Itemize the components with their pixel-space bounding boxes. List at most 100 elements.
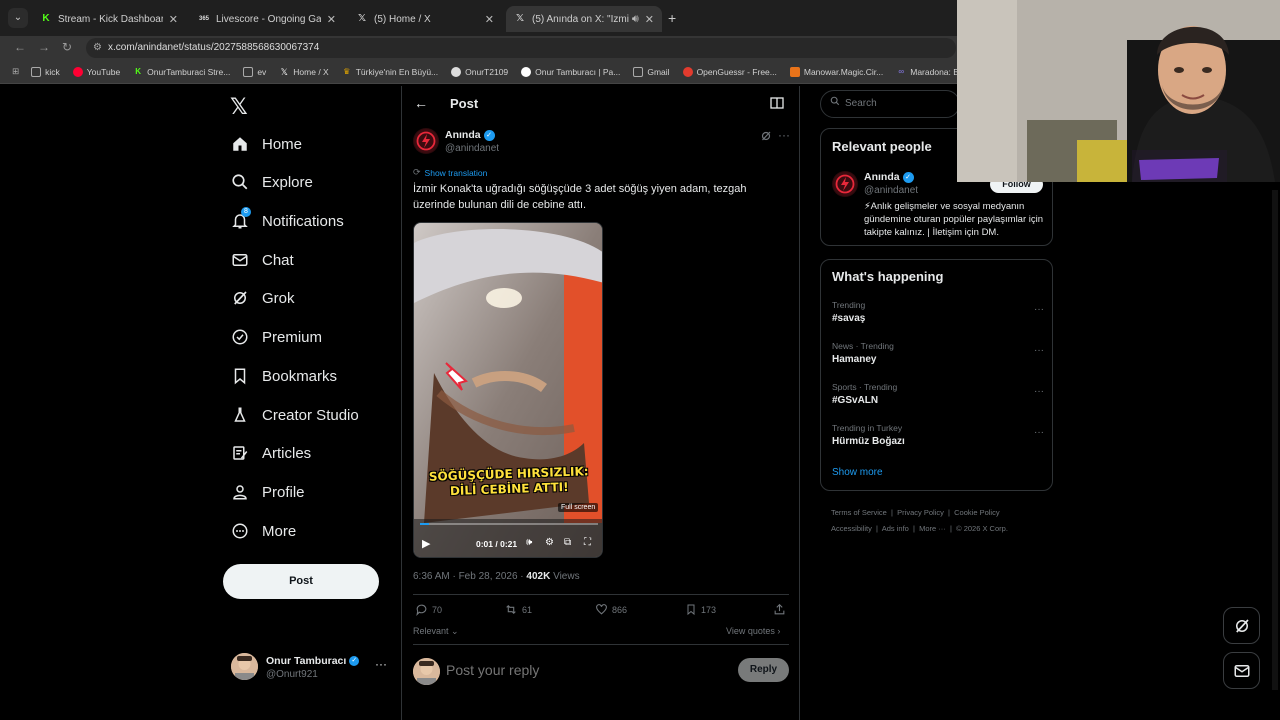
scrollbar[interactable] — [1272, 190, 1278, 690]
reply-button[interactable]: Reply — [738, 658, 789, 682]
bookmark-item[interactable]: Manowar.Magic.Cir... — [789, 66, 883, 77]
patreon-icon — [521, 66, 532, 77]
nav-more[interactable]: More — [230, 519, 296, 543]
video-progress-bar[interactable] — [420, 523, 598, 525]
bookmark-icon — [230, 366, 250, 386]
trend-item[interactable]: Trending in Turkey Hürmüz Boğazı ··· — [832, 423, 1044, 453]
reply-input[interactable] — [446, 662, 726, 678]
like-action[interactable]: 866 — [595, 603, 627, 616]
reader-mode-icon[interactable] — [770, 96, 784, 114]
trend-item[interactable]: Sports · Trending #GSvALN ··· — [832, 382, 1044, 412]
close-tab-icon[interactable]: ✕ — [485, 13, 494, 26]
footer-links: Terms of Service | Privacy Policy | Cook… — [831, 508, 1008, 533]
browser-tab[interactable]: 365 Livescore - Ongoing Games an ✕ — [190, 6, 344, 32]
grok-icon[interactable] — [760, 129, 772, 147]
footer-link[interactable]: Privacy Policy — [897, 508, 944, 517]
nav-bookmarks[interactable]: Bookmarks — [230, 364, 337, 388]
trend-item[interactable]: News · Trending Hamaney ··· — [832, 341, 1044, 371]
nav-notifications[interactable]: 8 Notifications — [230, 207, 344, 233]
nav-creator-studio[interactable]: Creator Studio — [230, 403, 359, 427]
grok-icon — [1235, 618, 1249, 633]
bookmark-item[interactable]: ev — [243, 66, 266, 77]
settings-icon[interactable]: ⚙ — [545, 537, 554, 548]
footer-link[interactable]: Accessibility — [831, 524, 872, 533]
grok-floating-button[interactable] — [1223, 607, 1260, 644]
bookmark-item[interactable]: ♛ Türkiye'nin En Büyü... — [342, 67, 438, 77]
video-player[interactable]: SÖĞÜŞÇÜDE HIRSIZLIK: DİLİ CEBİNE ATTI! F… — [413, 222, 603, 558]
footer-link[interactable]: Ads info — [882, 524, 909, 533]
heart-icon — [596, 604, 607, 615]
reply-action[interactable]: 70 — [415, 603, 442, 616]
author-avatar[interactable] — [413, 128, 439, 154]
back-arrow-icon[interactable]: ← — [14, 40, 26, 54]
chevron-right-icon: › — [777, 626, 781, 636]
url-input[interactable]: ⚙ x.com/anindanet/status/202758856863006… — [86, 38, 956, 58]
bookmark-item[interactable]: Gmail — [633, 66, 670, 77]
author-handle[interactable]: @anindanet — [445, 143, 499, 154]
bookmark-item[interactable]: OnurT2109 — [451, 66, 508, 77]
reload-icon[interactable]: ↻ — [62, 40, 72, 54]
trend-more-icon[interactable]: ··· — [1034, 304, 1044, 315]
avatar[interactable] — [832, 171, 858, 197]
close-tab-icon[interactable]: ✕ — [327, 13, 336, 26]
footer-link[interactable]: Cookie Policy — [954, 508, 999, 517]
browser-tab[interactable]: 𝕏 (5) Home / X ✕ — [348, 6, 502, 32]
bookmark-action[interactable]: 173 — [685, 603, 716, 616]
bookmark-item[interactable]: OpenGuessr - Free... — [682, 66, 777, 77]
x-logo-icon[interactable]: 𝕏 — [230, 94, 248, 120]
repost-action[interactable]: 61 — [504, 603, 532, 616]
livescore-icon: 365 — [198, 16, 209, 22]
trend-more-icon[interactable]: ··· — [1034, 427, 1044, 438]
footer-link[interactable]: Terms of Service — [831, 508, 887, 517]
repost-icon — [506, 604, 516, 615]
nav-profile[interactable]: Profile — [230, 480, 305, 504]
nav-chat[interactable]: Chat — [230, 248, 294, 272]
nav-premium[interactable]: Premium — [230, 325, 322, 349]
bookmark-item[interactable]: kick — [31, 66, 60, 77]
new-tab-button[interactable]: + — [668, 10, 676, 26]
site-info-icon[interactable]: ⚙ — [93, 38, 102, 58]
bookmark-item[interactable]: K OnurTamburaci Stre... — [133, 67, 230, 77]
sort-replies-dropdown[interactable]: Relevant ⌄ — [413, 626, 459, 637]
speaker-icon[interactable]: 🔊︎ — [632, 13, 639, 26]
close-tab-icon[interactable]: ✕ — [645, 13, 654, 26]
person-handle[interactable]: @anindanet — [864, 185, 918, 196]
play-icon[interactable]: ▶ — [422, 537, 430, 550]
post-button[interactable]: Post — [223, 564, 379, 599]
apps-grid-icon[interactable]: ⊞ — [12, 66, 19, 77]
person-name[interactable]: Anında ✓ — [864, 171, 914, 183]
tab-search-button[interactable]: ⌄ — [8, 8, 28, 28]
bookmark-item[interactable]: 𝕏 Home / X — [279, 67, 329, 77]
trend-more-icon[interactable]: ··· — [1034, 386, 1044, 397]
view-quotes-link[interactable]: View quotes › — [726, 626, 780, 636]
show-translation-link[interactable]: ⟳ Show translation — [413, 167, 487, 178]
search-input[interactable]: Search — [820, 90, 960, 118]
pip-icon[interactable]: ⧉ — [564, 537, 571, 548]
avatar — [231, 653, 258, 680]
article-icon — [230, 443, 250, 463]
post-more-icon[interactable]: ··· — [778, 128, 790, 142]
trend-item[interactable]: Trending #savaş ··· — [832, 300, 1044, 330]
account-switcher[interactable]: Onur Tamburacı ✓ @Onurt921 ··· — [231, 653, 391, 683]
volume-icon[interactable]: 🕪︎ — [526, 537, 532, 548]
messages-floating-button[interactable] — [1223, 652, 1260, 689]
steam-icon — [451, 66, 462, 77]
browser-tab-active[interactable]: 𝕏 (5) Anında on X: "İzmir Kona 🔊︎ ✕ — [506, 6, 662, 32]
nav-home[interactable]: Home — [230, 132, 302, 156]
nav-explore[interactable]: Explore — [230, 170, 313, 194]
footer-link[interactable]: More ··· — [919, 524, 946, 533]
account-more-icon[interactable]: ··· — [375, 657, 387, 671]
bookmark-item[interactable]: Onur Tamburacı | Pa... — [521, 66, 620, 77]
nav-grok[interactable]: Grok — [230, 286, 295, 310]
fullscreen-icon[interactable]: ⛶ — [584, 537, 591, 548]
trend-more-icon[interactable]: ··· — [1034, 345, 1044, 356]
back-arrow-icon[interactable]: ← — [414, 95, 428, 111]
share-icon[interactable] — [773, 603, 790, 616]
bookmark-item[interactable]: YouTube — [72, 66, 120, 77]
show-more-link[interactable]: Show more — [832, 467, 883, 478]
nav-articles[interactable]: Articles — [230, 441, 311, 465]
close-tab-icon[interactable]: ✕ — [169, 13, 178, 26]
author-name[interactable]: Anında ✓ — [445, 129, 495, 141]
forward-arrow-icon[interactable]: → — [38, 40, 50, 54]
browser-tab[interactable]: K Stream - Kick Dashboard ✕ — [32, 6, 186, 32]
